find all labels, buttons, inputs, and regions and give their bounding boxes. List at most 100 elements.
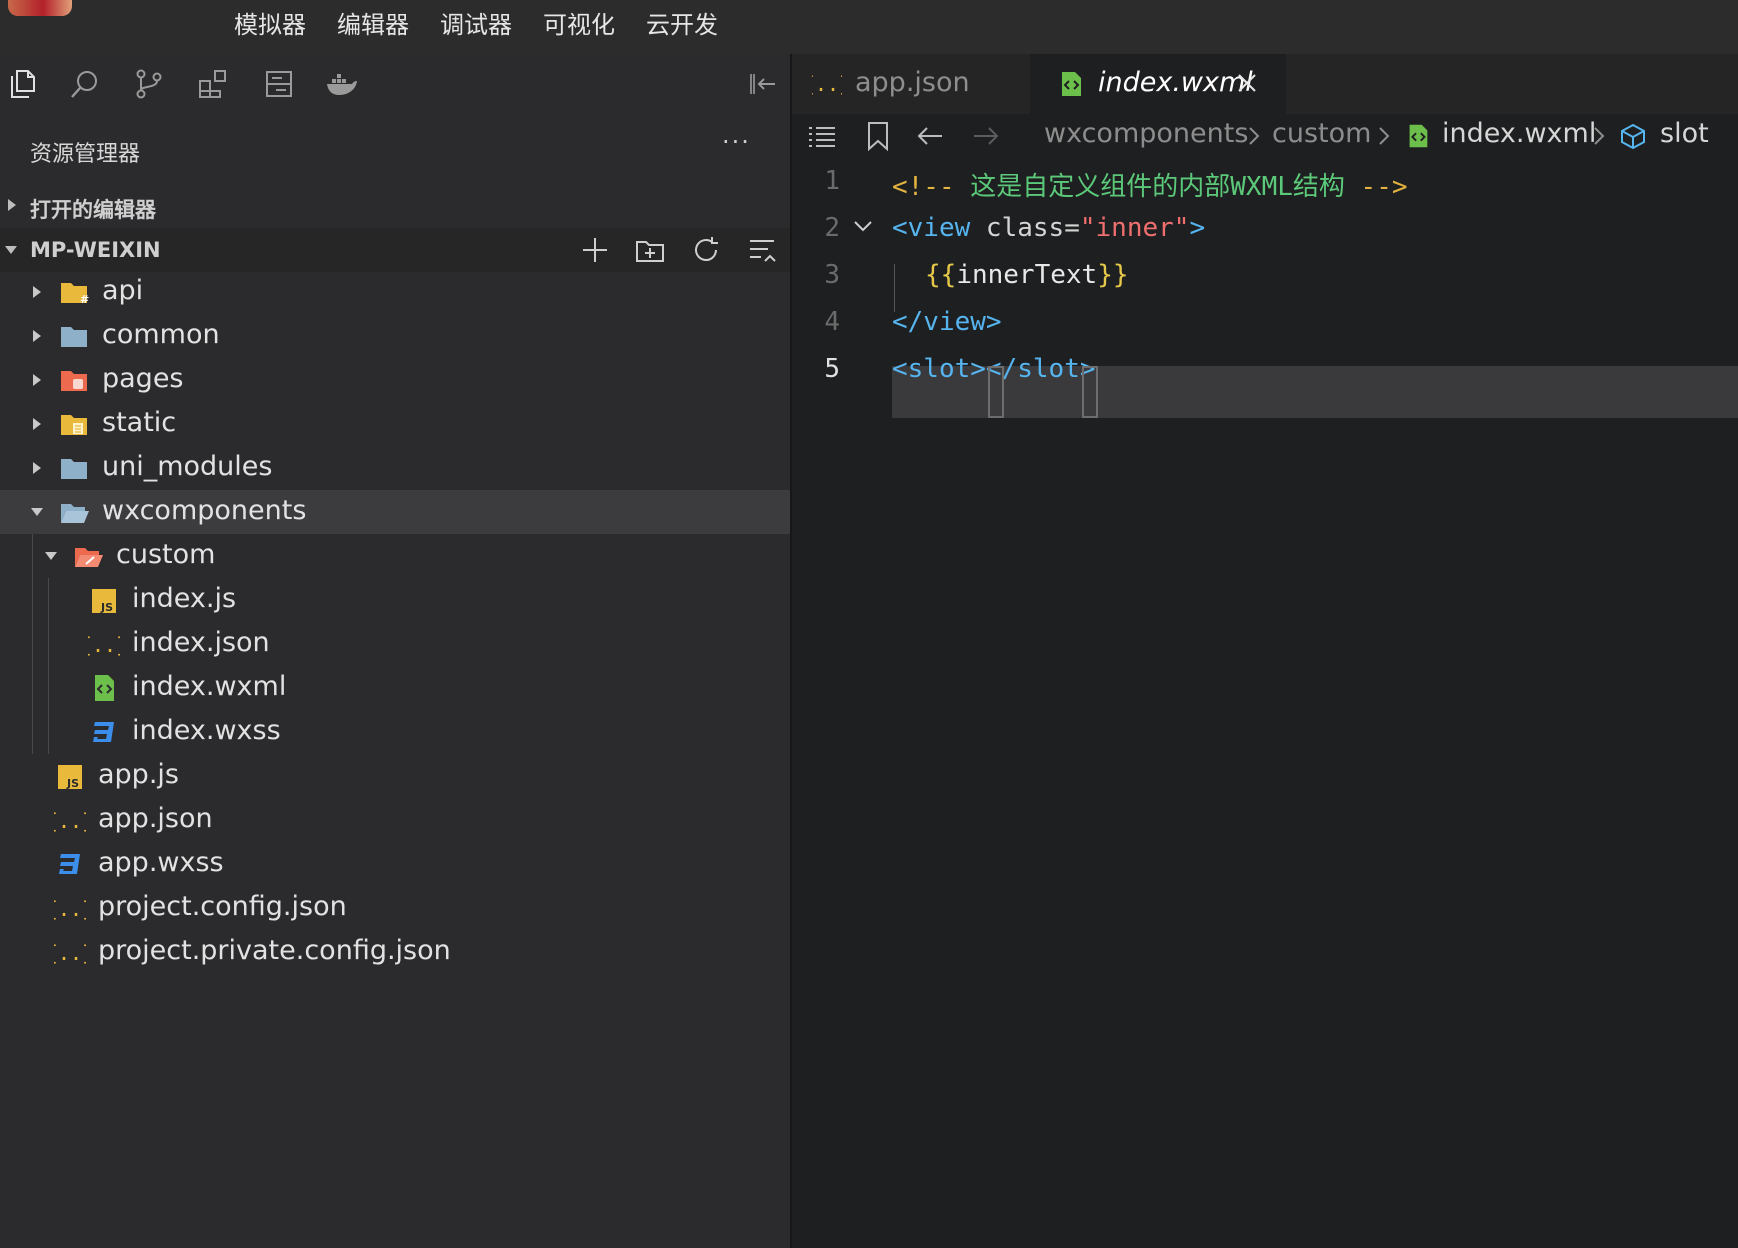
- line-number: 2: [824, 213, 840, 243]
- extensions-icon[interactable]: [196, 67, 230, 101]
- menu-editor[interactable]: 编辑器: [337, 0, 409, 54]
- explorer-header: 资源管理器 ···: [0, 114, 790, 184]
- chevron-down-icon[interactable]: [30, 505, 44, 519]
- tree-item-label: uni_modules: [102, 451, 273, 482]
- tree-item[interactable]: app.wxss: [0, 842, 790, 886]
- top-menu-bar: 模拟器 编辑器 调试器 可视化 云开发: [0, 0, 1738, 54]
- docker-icon[interactable]: [324, 67, 358, 101]
- top-menu: 模拟器 编辑器 调试器 可视化 云开发: [234, 0, 749, 54]
- breadcrumb-item-slot[interactable]: slot: [1660, 118, 1709, 149]
- refresh-icon[interactable]: [690, 234, 722, 266]
- open-editors-label: 打开的编辑器: [30, 198, 156, 222]
- source-control-icon[interactable]: [132, 67, 166, 101]
- tree-item-label: app.js: [98, 759, 179, 790]
- code-editor[interactable]: 1 2 3 4 5 <!-- 这是自定义组件的内部WXML结构 --> <vie…: [792, 158, 1738, 1248]
- tree-item[interactable]: wxcomponents: [0, 490, 790, 534]
- menu-debugger[interactable]: 调试器: [440, 0, 512, 54]
- tree-item[interactable]: pages: [0, 358, 790, 402]
- explorer-title: 资源管理器: [30, 142, 141, 167]
- arrow-right-icon[interactable]: [970, 120, 1002, 152]
- tree-item-label: project.private.config.json: [98, 935, 451, 966]
- fold-chevron-icon[interactable]: [852, 216, 874, 238]
- js-file-icon: JS: [58, 765, 82, 790]
- tree-item[interactable]: static: [0, 402, 790, 446]
- code-line-1: <!-- 这是自定义组件的内部WXML结构 -->: [892, 166, 1408, 203]
- css-file-icon: [93, 722, 114, 742]
- cube-symbol-icon: [1621, 123, 1645, 150]
- tree-item[interactable]: {..} project.config.json: [0, 886, 790, 930]
- tree-item[interactable]: index.wxss: [0, 710, 790, 754]
- svg-text:{..}: {..}: [54, 897, 86, 921]
- tag-close: </view>: [892, 307, 1002, 337]
- chevron-right-icon[interactable]: [30, 285, 44, 299]
- tree-item-label: index.wxml: [132, 671, 287, 702]
- code-line-4: </view>: [892, 307, 1002, 337]
- project-actions: [0, 228, 790, 272]
- tree-item[interactable]: {..} index.json: [0, 622, 790, 666]
- tab-index-wxml[interactable]: index.wxml: [1030, 54, 1286, 114]
- folder-icon: [61, 459, 87, 479]
- folder-static-icon: [61, 415, 87, 435]
- chevron-right-icon[interactable]: [30, 417, 44, 431]
- user-avatar[interactable]: [8, 0, 72, 16]
- mustache-close: }}: [1097, 260, 1129, 290]
- tree-item[interactable]: # api: [0, 270, 790, 314]
- tag-open: <view: [892, 213, 971, 243]
- collapse-all-icon[interactable]: [746, 234, 778, 266]
- string-quote: ": [1079, 213, 1096, 243]
- code-line-3: {{innerText}}: [925, 260, 1129, 290]
- breadcrumb-item-file[interactable]: index.wxml: [1442, 118, 1596, 149]
- explorer-sidebar: 资源管理器 ··· 打开的编辑器 MP-WEIXIN # api common pag…: [0, 114, 790, 1248]
- tree-item[interactable]: JS index.js: [0, 578, 790, 622]
- bookmark-icon[interactable]: [864, 120, 892, 152]
- json-file-icon: {..}: [812, 72, 842, 96]
- css-file-icon: [59, 854, 80, 874]
- more-actions-button[interactable]: ···: [722, 128, 751, 156]
- tree-item[interactable]: JS app.js: [0, 754, 790, 798]
- new-folder-icon[interactable]: [634, 234, 666, 266]
- outline-list-icon[interactable]: [806, 120, 838, 152]
- breadcrumb-separator-icon: [1249, 127, 1260, 145]
- tree-item[interactable]: index.wxml: [0, 666, 790, 710]
- svg-text:{..}: {..}: [812, 72, 842, 96]
- menu-cloud[interactable]: 云开发: [646, 0, 718, 54]
- wxml-file-icon: [1409, 124, 1428, 148]
- line-number: 1: [824, 166, 840, 196]
- breadcrumb-separator-icon: [1594, 127, 1605, 145]
- collapse-sidebar-icon[interactable]: [745, 67, 779, 101]
- comment-open: <!--: [892, 172, 955, 202]
- files-icon[interactable]: [6, 67, 40, 101]
- breadcrumb-item-custom[interactable]: custom: [1272, 118, 1371, 149]
- tree-item[interactable]: {..} project.private.config.json: [0, 930, 790, 974]
- menu-simulator[interactable]: 模拟器: [234, 0, 306, 54]
- tree-item[interactable]: uni_modules: [0, 446, 790, 490]
- storage-icon[interactable]: [262, 67, 296, 101]
- tree-item-label: project.config.json: [98, 891, 347, 922]
- breadcrumb-item-wxcomponents[interactable]: wxcomponents: [1044, 118, 1248, 149]
- tree-item-label: custom: [116, 539, 216, 570]
- line-number: 4: [824, 307, 840, 337]
- tree-item[interactable]: custom: [0, 534, 790, 578]
- new-file-icon[interactable]: [579, 234, 611, 266]
- attr-name: class=: [970, 213, 1080, 243]
- tree-item-label: wxcomponents: [102, 495, 307, 526]
- search-icon[interactable]: [68, 67, 102, 101]
- open-editors-section[interactable]: 打开的编辑器: [0, 184, 790, 228]
- chevron-right-icon[interactable]: [30, 373, 44, 387]
- tab-app-json[interactable]: {..} app.json: [792, 54, 1028, 114]
- menu-visualize[interactable]: 可视化: [543, 0, 615, 54]
- tree-item-label: api: [102, 275, 144, 306]
- tree-item[interactable]: {..} app.json: [0, 798, 790, 842]
- slot-open-tag: <slot>: [892, 354, 986, 384]
- activity-toolbar: [0, 54, 790, 114]
- close-icon[interactable]: [1234, 70, 1260, 96]
- breadcrumb-separator-icon: [1379, 127, 1390, 145]
- bracket-match-highlight: [988, 366, 1004, 418]
- project-section[interactable]: MP-WEIXIN: [0, 228, 790, 272]
- json-file-icon: {..}: [54, 941, 86, 965]
- chevron-down-icon[interactable]: [44, 549, 58, 563]
- chevron-right-icon[interactable]: [30, 461, 44, 475]
- arrow-left-icon[interactable]: [914, 120, 946, 152]
- chevron-right-icon[interactable]: [30, 329, 44, 343]
- tree-item[interactable]: common: [0, 314, 790, 358]
